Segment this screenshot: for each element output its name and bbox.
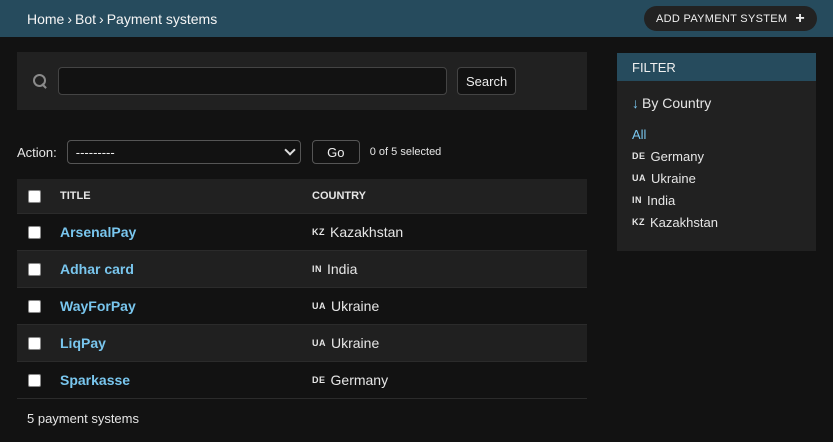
action-select[interactable]: --------- xyxy=(66,140,301,164)
country-code: UA xyxy=(632,173,646,183)
row-checkbox[interactable] xyxy=(28,336,41,350)
filter-option-label: Kazakhstan xyxy=(650,214,718,230)
country-name: Ukraine xyxy=(331,298,380,314)
row-country: DE Germany xyxy=(312,372,388,388)
search-button[interactable]: Search xyxy=(457,67,517,95)
country-code: IN xyxy=(632,195,642,205)
filter-panel: FILTER ↓ By Country All DE Germany UA Ukrai… xyxy=(617,53,816,251)
row-title-link[interactable]: Adhar card xyxy=(60,261,134,277)
country-code: IN xyxy=(312,264,322,274)
arrow-down-icon: ↓ xyxy=(632,95,639,111)
table-row: WayForPay UA Ukraine xyxy=(17,287,587,324)
plus-icon: + xyxy=(795,9,805,27)
filter-option-label: All xyxy=(632,126,647,142)
selected-count: 0 of 5 selected xyxy=(369,146,442,158)
breadcrumb-separator: › xyxy=(99,10,104,27)
search-input[interactable] xyxy=(58,67,447,95)
breadcrumb-current: Payment systems xyxy=(106,10,218,27)
country-code: UA xyxy=(312,338,326,348)
country-name: Kazakhstan xyxy=(330,224,404,240)
results-count: 5 payment systems xyxy=(17,398,587,438)
country-code: KZ xyxy=(312,227,325,237)
filter-option-india[interactable]: IN India xyxy=(632,189,816,211)
search-panel: Search xyxy=(17,52,587,110)
row-title-link[interactable]: ArsenalPay xyxy=(60,224,136,240)
country-name: Ukraine xyxy=(331,335,380,351)
country-code: DE xyxy=(632,151,646,161)
row-checkbox[interactable] xyxy=(28,373,41,387)
table-header: TITLE COUNTRY xyxy=(17,179,587,213)
filter-option-label: India xyxy=(647,192,676,208)
filter-option-ukraine[interactable]: UA Ukraine xyxy=(632,167,816,189)
table-row: ArsenalPay KZ Kazakhstan xyxy=(17,213,587,250)
column-title[interactable]: TITLE xyxy=(60,190,312,202)
country-name: Germany xyxy=(330,372,389,388)
row-title-link[interactable]: Sparkasse xyxy=(60,372,130,388)
row-checkbox[interactable] xyxy=(28,262,41,276)
results-table: TITLE COUNTRY ArsenalPay KZ Kazakhstan Ad… xyxy=(17,179,587,438)
action-bar: Action: --------- Go 0 of 5 selected xyxy=(17,140,441,164)
filter-option-label: Ukraine xyxy=(651,170,696,186)
column-country[interactable]: COUNTRY xyxy=(312,190,366,202)
breadcrumb: Home › Bot › Payment systems xyxy=(27,11,217,27)
select-all-checkbox[interactable] xyxy=(28,189,41,203)
country-code: DE xyxy=(312,375,326,385)
row-checkbox[interactable] xyxy=(28,225,41,239)
go-button[interactable]: Go xyxy=(311,140,360,164)
chevron-down-icon xyxy=(284,144,296,156)
filter-option-all[interactable]: All xyxy=(632,123,816,145)
table-row: Adhar card IN India xyxy=(17,250,587,287)
country-code: UA xyxy=(312,301,326,311)
table-row: Sparkasse DE Germany xyxy=(17,361,587,398)
add-payment-system-button[interactable]: ADD PAYMENT SYSTEM + xyxy=(644,6,817,31)
country-code: KZ xyxy=(632,217,645,227)
row-title-link[interactable]: WayForPay xyxy=(60,298,136,314)
filter-option-kazakhstan[interactable]: KZ Kazakhstan xyxy=(632,211,816,233)
row-country: KZ Kazakhstan xyxy=(312,224,403,240)
table-row: LiqPay UA Ukraine xyxy=(17,324,587,361)
row-title-link[interactable]: LiqPay xyxy=(60,335,106,351)
row-checkbox[interactable] xyxy=(28,299,41,313)
row-country: UA Ukraine xyxy=(312,298,379,314)
filter-by-country[interactable]: ↓ By Country xyxy=(632,95,816,111)
action-select-value: --------- xyxy=(75,144,115,160)
filter-option-germany[interactable]: DE Germany xyxy=(632,145,816,167)
action-label: Action: xyxy=(17,144,57,160)
filter-option-label: Germany xyxy=(650,148,704,164)
filter-options: All DE Germany UA Ukraine IN India KZ Kazakh… xyxy=(632,123,816,233)
add-payment-system-label: ADD PAYMENT SYSTEM xyxy=(656,12,788,25)
breadcrumb-bot[interactable]: Bot xyxy=(75,11,96,27)
breadcrumb-separator: › xyxy=(67,10,73,27)
breadcrumb-home[interactable]: Home xyxy=(27,11,64,27)
row-country: IN India xyxy=(312,261,357,277)
header: Home › Bot › Payment systems ADD PAYMENT SYS… xyxy=(0,0,833,37)
filter-by-label: By Country xyxy=(642,95,712,111)
row-country: UA Ukraine xyxy=(312,335,379,351)
search-icon xyxy=(33,74,47,88)
filter-title: FILTER xyxy=(617,53,816,81)
country-name: India xyxy=(327,261,358,277)
